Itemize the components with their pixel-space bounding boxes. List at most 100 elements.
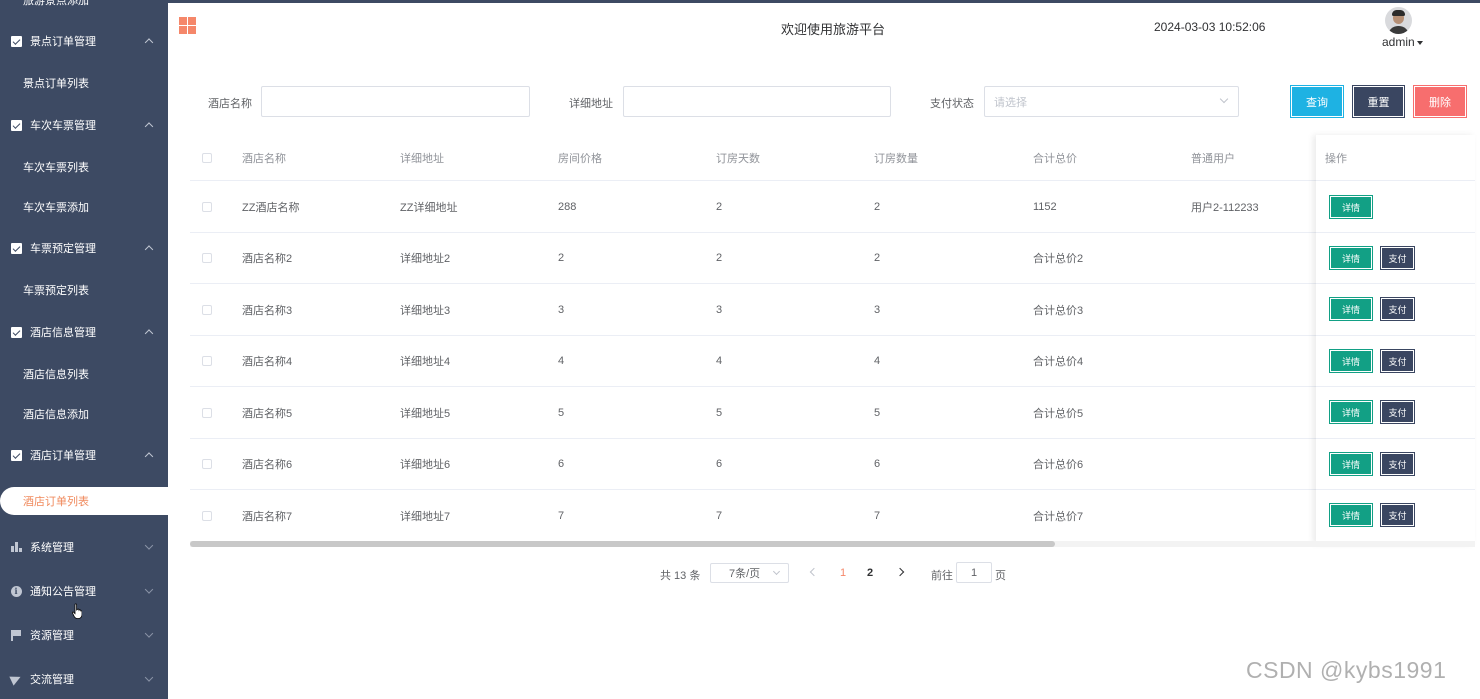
page-suffix: 页 — [995, 570, 1006, 582]
sidebar-item-label: 景点订单列表 — [23, 78, 89, 90]
user-menu[interactable]: admin — [1382, 35, 1423, 49]
sidebar-group-communication[interactable]: 交流管理 — [0, 658, 168, 699]
cell-hotel-name: 酒店名称4 — [242, 356, 293, 368]
sidebar-item-train-ticket-list[interactable]: 车次车票列表 — [0, 147, 168, 187]
row-checkbox[interactable] — [202, 253, 212, 263]
cell-price: 3 — [558, 303, 565, 316]
sidebar: 旅游景点添加 景点订单管理 景点订单列表 车次车票管理 车次车票列表 车次车票添… — [0, 0, 168, 699]
row-checkbox[interactable] — [202, 511, 212, 521]
cell-days: 2 — [716, 252, 723, 264]
sidebar-item-label: 酒店信息添加 — [23, 409, 89, 421]
cell-days: 3 — [716, 303, 723, 316]
chevron-up-icon — [144, 38, 154, 47]
cell-total: 合计总价2 — [1033, 253, 1084, 265]
select-all-checkbox[interactable] — [202, 152, 212, 163]
sidebar-item-hotel-info-list[interactable]: 酒店信息列表 — [0, 354, 168, 394]
next-page-icon[interactable] — [895, 567, 905, 577]
sidebar-item-label: 车票预定列表 — [23, 285, 89, 297]
sidebar-group-label: 酒店订单管理 — [30, 450, 96, 462]
row-checkbox[interactable] — [202, 459, 212, 469]
query-button[interactable]: 查询 — [1291, 86, 1343, 117]
check-square-icon — [10, 242, 22, 254]
prev-page-icon[interactable] — [809, 567, 819, 577]
sidebar-group-system[interactable]: 系统管理 — [0, 526, 168, 568]
check-square-icon — [10, 326, 22, 338]
chevron-down-icon — [144, 629, 154, 638]
sidebar-item-hotel-order-list[interactable]: 酒店订单列表 — [0, 487, 168, 515]
hotel-name-label: 酒店名称 — [208, 98, 252, 110]
table-row: 酒店名称3 详细地址3 3 3 3 合计总价3 详情 支付 — [190, 284, 1475, 336]
reset-button[interactable]: 重置 — [1353, 86, 1404, 117]
goto-page-input[interactable] — [956, 562, 992, 583]
cell-price: 5 — [558, 406, 565, 419]
chevron-down-icon — [144, 673, 154, 682]
sidebar-item-label: 旅游景点添加 — [23, 0, 89, 7]
sidebar-group-hotel-info[interactable]: 酒店信息管理 — [0, 311, 168, 353]
cell-total: 1152 — [1033, 200, 1057, 213]
table-row: ZZ酒店名称 ZZ详细地址 288 2 2 1152 用户2-112233 详情 — [190, 181, 1475, 233]
detail-button[interactable]: 详情 — [1330, 298, 1372, 320]
cell-total: 合计总价7 — [1033, 511, 1084, 523]
sidebar-item-spot-add[interactable]: 旅游景点添加 — [0, 0, 168, 20]
sidebar-group-hotel-orders[interactable]: 酒店订单管理 — [0, 434, 168, 476]
cell-count: 7 — [874, 510, 881, 522]
pay-button[interactable]: 支付 — [1381, 504, 1414, 526]
row-checkbox[interactable] — [202, 201, 212, 212]
cell-hotel-name: 酒店名称7 — [242, 511, 293, 523]
sidebar-group-label: 资源管理 — [30, 630, 74, 642]
cell-hotel-name: 酒店名称2 — [242, 253, 293, 265]
sidebar-group-ticket-booking[interactable]: 车票预定管理 — [0, 227, 168, 269]
row-checkbox[interactable] — [202, 407, 212, 418]
sidebar-item-spot-order-list[interactable]: 景点订单列表 — [0, 63, 168, 103]
grid-icon[interactable] — [179, 17, 196, 34]
cell-address: 详细地址4 — [400, 356, 451, 368]
detail-button[interactable]: 详情 — [1330, 196, 1372, 218]
sidebar-group-resources[interactable]: 资源管理 — [0, 614, 168, 656]
detail-button[interactable]: 详情 — [1330, 401, 1372, 423]
pay-status-placeholder: 请选择 — [994, 97, 1027, 109]
cell-address: ZZ详细地址 — [400, 201, 458, 214]
sidebar-group-spot-orders[interactable]: 景点订单管理 — [0, 20, 168, 62]
avatar[interactable] — [1385, 7, 1412, 34]
delete-button[interactable]: 删除 — [1414, 86, 1466, 117]
sidebar-group-label: 景点订单管理 — [30, 36, 96, 48]
datetime-display: 2024-03-03 10:52:06 — [1154, 20, 1266, 34]
page-number[interactable]: 2 — [867, 567, 873, 579]
sidebar-item-label: 车次车票添加 — [23, 202, 89, 214]
pay-button[interactable]: 支付 — [1381, 298, 1414, 320]
check-square-icon — [10, 119, 22, 131]
chevron-up-icon — [144, 329, 154, 338]
pay-button[interactable]: 支付 — [1381, 453, 1414, 475]
page-size-select[interactable]: 7条/页 — [710, 563, 789, 583]
sidebar-item-train-ticket-add[interactable]: 车次车票添加 — [0, 187, 168, 227]
sidebar-group-train-tickets[interactable]: 车次车票管理 — [0, 104, 168, 146]
hotel-name-input[interactable] — [261, 86, 530, 117]
cell-days: 7 — [716, 510, 723, 522]
cell-count: 5 — [874, 406, 881, 419]
column-header: 订房天数 — [716, 152, 760, 165]
horizontal-scrollbar[interactable] — [190, 541, 1055, 547]
column-header: 详细地址 — [400, 152, 444, 165]
page-size-value: 7条/页 — [729, 568, 761, 580]
pay-button[interactable]: 支付 — [1381, 401, 1414, 423]
detail-button[interactable]: 详情 — [1330, 453, 1372, 475]
row-checkbox[interactable] — [202, 304, 212, 315]
row-checkbox[interactable] — [202, 356, 212, 366]
pay-button[interactable]: 支付 — [1381, 247, 1414, 269]
sidebar-item-label: 车次车票列表 — [23, 162, 89, 174]
detail-button[interactable]: 详情 — [1330, 350, 1372, 372]
sidebar-item-hotel-info-add[interactable]: 酒店信息添加 — [0, 394, 168, 434]
cell-hotel-name: 酒店名称6 — [242, 459, 293, 471]
pay-button[interactable]: 支付 — [1381, 350, 1414, 372]
send-icon — [9, 672, 23, 686]
page-number-current[interactable]: 1 — [840, 567, 846, 579]
detail-button[interactable]: 详情 — [1330, 247, 1372, 269]
cell-address: 详细地址3 — [400, 304, 451, 317]
hand-cursor-icon — [72, 603, 82, 619]
sidebar-group-notices[interactable]: i 通知公告管理 — [0, 570, 168, 612]
address-input[interactable] — [623, 86, 891, 117]
sidebar-item-ticket-booking-list[interactable]: 车票预定列表 — [0, 270, 168, 310]
table-row: 酒店名称7 详细地址7 7 7 7 合计总价7 详情 支付 — [190, 490, 1475, 542]
cell-days: 6 — [716, 458, 723, 470]
detail-button[interactable]: 详情 — [1330, 504, 1372, 526]
